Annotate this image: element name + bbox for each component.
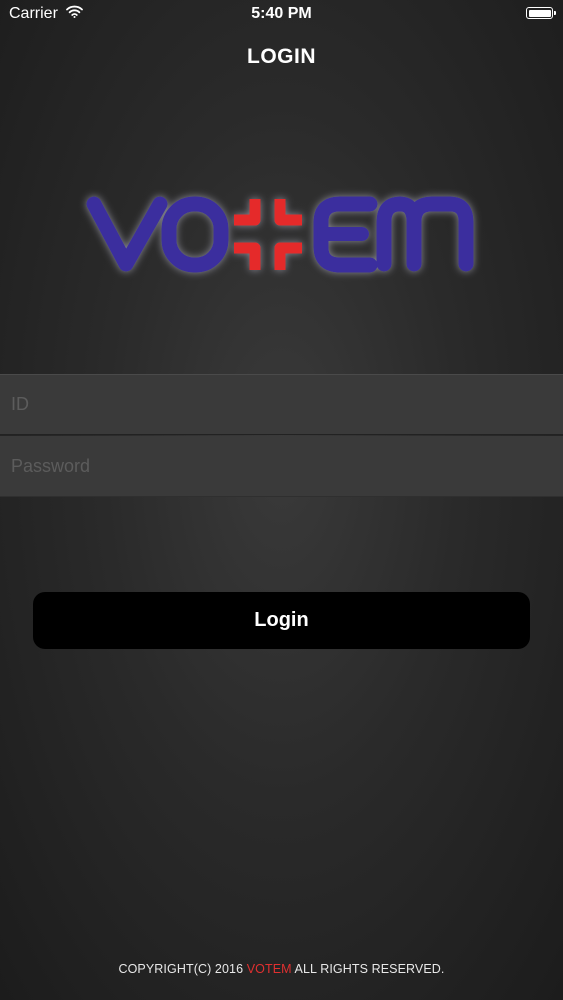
password-input[interactable] (0, 436, 563, 496)
page-title: LOGIN (247, 45, 316, 68)
copyright-footer: COPYRIGHT(C) 2016 VOTEM ALL RIGHTS RESER… (0, 962, 563, 976)
status-bar: Carrier 5:40 PM (0, 0, 563, 30)
votem-logo (0, 170, 563, 300)
copyright-suffix: ALL RIGHTS RESERVED. (291, 962, 445, 976)
id-input[interactable] (0, 375, 563, 434)
battery-full-icon (526, 7, 556, 19)
password-field-row (0, 436, 563, 497)
status-time: 5:40 PM (251, 5, 312, 22)
copyright-prefix: COPYRIGHT(C) 2016 (118, 962, 247, 976)
id-field-row (0, 374, 563, 435)
copyright-brand: VOTEM (246, 962, 292, 976)
login-button[interactable]: Login (33, 592, 530, 649)
